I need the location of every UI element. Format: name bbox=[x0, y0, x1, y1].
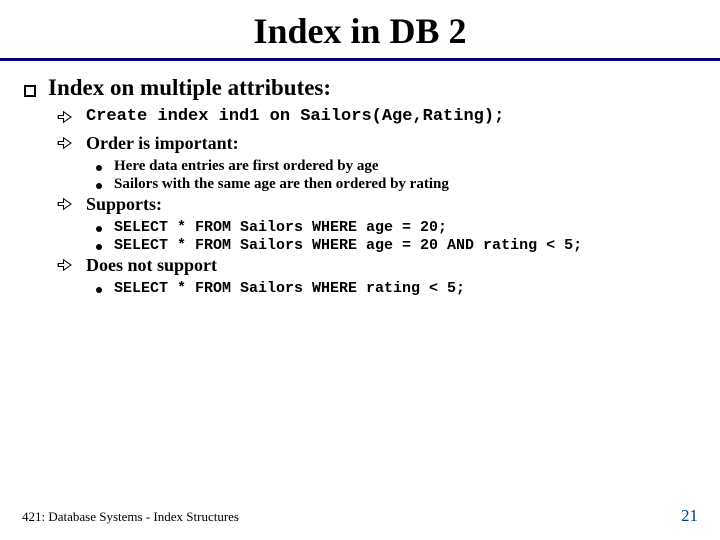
order-heading: Order is important: bbox=[86, 133, 239, 154]
bullet-lvl2-code: Create index ind1 on Sailors(Age,Rating)… bbox=[56, 107, 696, 131]
hand-icon bbox=[56, 256, 76, 279]
bullet-lvl3: Sailors with the same age are then order… bbox=[96, 176, 696, 193]
hand-icon bbox=[56, 134, 76, 157]
create-index-stmt: Create index ind1 on Sailors(Age,Rating)… bbox=[86, 107, 504, 126]
slide: Index in DB 2 Index on multiple attribut… bbox=[0, 0, 720, 540]
dot-icon bbox=[96, 183, 102, 189]
not-support-heading: Does not support bbox=[86, 255, 217, 276]
supports-point: SELECT * FROM Sailors WHERE age = 20 AND… bbox=[114, 237, 582, 254]
bullet-lvl3-code: SELECT * FROM Sailors WHERE age = 20 AND… bbox=[96, 237, 696, 254]
bullet-lvl3-code: SELECT * FROM Sailors WHERE rating < 5; bbox=[96, 280, 696, 297]
bullet-lvl3-code: SELECT * FROM Sailors WHERE age = 20; bbox=[96, 219, 696, 236]
square-bullet-icon bbox=[24, 85, 36, 97]
dot-icon bbox=[96, 165, 102, 171]
dot-icon bbox=[96, 244, 102, 250]
dot-icon bbox=[96, 287, 102, 293]
slide-title: Index in DB 2 bbox=[24, 10, 696, 58]
page-number: 21 bbox=[681, 506, 698, 526]
order-point: Sailors with the same age are then order… bbox=[114, 176, 449, 193]
supports-heading: Supports: bbox=[86, 194, 162, 215]
hand-icon bbox=[56, 108, 76, 132]
bullet-lvl1: Index on multiple attributes: bbox=[24, 75, 696, 101]
hand-icon bbox=[56, 195, 76, 218]
bullet-lvl2: Supports: bbox=[56, 194, 696, 217]
bullet-lvl2: Does not support bbox=[56, 255, 696, 278]
dot-icon bbox=[96, 226, 102, 232]
title-underline bbox=[0, 58, 720, 61]
not-support-point: SELECT * FROM Sailors WHERE rating < 5; bbox=[114, 280, 465, 297]
order-point: Here data entries are first ordered by a… bbox=[114, 158, 379, 175]
supports-point: SELECT * FROM Sailors WHERE age = 20; bbox=[114, 219, 447, 236]
bullet-lvl3: Here data entries are first ordered by a… bbox=[96, 158, 696, 175]
lvl1-text: Index on multiple attributes: bbox=[48, 75, 331, 101]
footer-text: 421: Database Systems - Index Structures bbox=[22, 509, 239, 525]
footer: 421: Database Systems - Index Structures… bbox=[22, 506, 698, 526]
bullet-lvl2: Order is important: bbox=[56, 133, 696, 156]
